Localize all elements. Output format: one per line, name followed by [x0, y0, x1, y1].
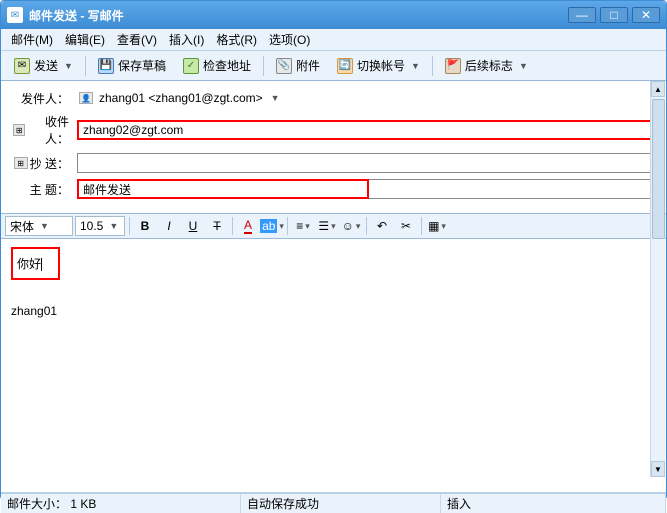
window-title: 邮件发送 - 写邮件	[29, 7, 568, 24]
insert-mode: 插入	[441, 494, 666, 513]
size-label: 邮件大小：	[7, 495, 67, 512]
address-icon: ⊞	[14, 157, 28, 169]
menu-view[interactable]: 查看(V)	[111, 29, 163, 50]
bold-button[interactable]: B	[134, 216, 156, 236]
underline-button[interactable]: U	[182, 216, 204, 236]
from-field[interactable]: 👤 zhang01 <zhang01@zgt.com> ▼	[77, 89, 654, 107]
from-value: zhang01 <zhang01@zgt.com>	[99, 91, 263, 105]
menu-mail[interactable]: 邮件(M)	[5, 29, 59, 50]
cut-button[interactable]: ✂	[395, 216, 417, 236]
emoji-button[interactable]: ☺▾	[340, 216, 362, 236]
titlebar: ✉ 邮件发送 - 写邮件 — □ ✕	[1, 1, 666, 29]
menu-options[interactable]: 选项(O)	[263, 29, 316, 50]
cc-label: 抄 送：	[30, 155, 69, 172]
from-label: 发件人：	[13, 90, 69, 107]
scroll-thumb[interactable]	[652, 99, 665, 239]
body-line-1: 你好	[17, 257, 41, 271]
flag-icon: 🚩	[445, 58, 461, 74]
app-icon: ✉	[7, 7, 23, 23]
cc-field[interactable]	[77, 153, 654, 173]
mail-headers: 发件人： 👤 zhang01 <zhang01@zgt.com> ▼ ⊞收件人：…	[1, 81, 666, 213]
strike-button[interactable]: T	[206, 216, 228, 236]
subject-label: 主 题：	[13, 181, 69, 198]
maximize-button[interactable]: □	[600, 7, 628, 23]
person-icon: 👤	[79, 92, 93, 104]
menubar: 邮件(M) 编辑(E) 查看(V) 插入(I) 格式(R) 选项(O)	[1, 29, 666, 51]
toolbar: ✉发送▼ 💾保存草稿 ✓检查地址 📎附件 🔄切换帐号▼ 🚩后续标志▼	[1, 51, 666, 81]
menu-format[interactable]: 格式(R)	[210, 29, 263, 50]
scrollbar[interactable]: ▲ ▼	[650, 81, 665, 477]
flag-button[interactable]: 🚩后续标志▼	[438, 54, 535, 77]
editor[interactable]: 你好 zhang01	[1, 239, 666, 493]
italic-button[interactable]: I	[158, 216, 180, 236]
to-field[interactable]	[77, 120, 654, 140]
list-button[interactable]: ☰▾	[316, 216, 338, 236]
menu-insert[interactable]: 插入(I)	[163, 29, 210, 50]
check-address-button[interactable]: ✓检查地址	[176, 54, 258, 77]
scroll-up-button[interactable]: ▲	[651, 81, 665, 97]
highlight-button[interactable]: ab▾	[261, 216, 283, 236]
subject-field[interactable]	[77, 179, 369, 199]
save-draft-button[interactable]: 💾保存草稿	[91, 54, 173, 77]
send-button[interactable]: ✉发送▼	[7, 54, 80, 77]
autosave-status: 自动保存成功	[241, 494, 441, 513]
font-select[interactable]: 宋体▼	[5, 216, 73, 236]
check-icon: ✓	[183, 58, 199, 74]
chevron-down-icon: ▼	[64, 61, 73, 71]
undo-button[interactable]: ↶	[371, 216, 393, 236]
paperclip-icon: 📎	[276, 58, 292, 74]
switch-account-button[interactable]: 🔄切换帐号▼	[330, 54, 427, 77]
size-value: 1 KB	[70, 497, 96, 511]
statusbar: 邮件大小： 1 KB 自动保存成功 插入	[1, 493, 666, 513]
send-icon: ✉	[14, 58, 30, 74]
align-button[interactable]: ≡▾	[292, 216, 314, 236]
minimize-button[interactable]: —	[568, 7, 596, 23]
size-select[interactable]: 10.5▼	[75, 216, 125, 236]
chevron-down-icon: ▼	[271, 93, 280, 103]
format-toolbar: 宋体▼ 10.5▼ B I U T A ab▾ ≡▾ ☰▾ ☺▾ ↶ ✂ ▦▾	[1, 213, 666, 239]
chevron-down-icon: ▼	[411, 61, 420, 71]
text-cursor	[41, 258, 42, 271]
to-label: 收件人：	[27, 113, 69, 147]
switch-icon: 🔄	[337, 58, 353, 74]
close-button[interactable]: ✕	[632, 7, 660, 23]
more-button[interactable]: ▦▾	[426, 216, 448, 236]
body-line-2: zhang01	[11, 304, 656, 318]
attach-button[interactable]: 📎附件	[269, 54, 327, 77]
font-color-button[interactable]: A	[237, 216, 259, 236]
save-icon: 💾	[98, 58, 114, 74]
chevron-down-icon: ▼	[519, 61, 528, 71]
menu-edit[interactable]: 编辑(E)	[59, 29, 111, 50]
address-icon: ⊞	[13, 124, 25, 136]
subject-field-ext[interactable]	[369, 179, 654, 199]
scroll-down-button[interactable]: ▼	[651, 461, 665, 477]
